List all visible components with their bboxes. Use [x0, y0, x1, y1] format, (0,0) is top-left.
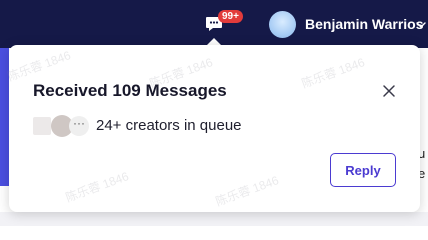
notification-badge: 99+: [218, 10, 243, 23]
creator-avatars: ···: [33, 115, 89, 137]
reply-button[interactable]: Reply: [330, 153, 396, 187]
creator-avatar: [33, 117, 51, 135]
more-creators-indicator: ···: [69, 116, 89, 136]
user-name[interactable]: Benjamin Warrios: [305, 16, 424, 32]
background-footer: [0, 212, 428, 226]
messages-popover: Received 109 Messages ··· 24+ creators i…: [9, 45, 420, 212]
popover-title: Received 109 Messages: [33, 81, 227, 100]
queue-status-text: 24+ creators in queue: [96, 117, 242, 134]
user-avatar[interactable]: [269, 11, 296, 38]
background-accent-block: [0, 48, 9, 186]
close-button[interactable]: [381, 83, 397, 99]
close-icon: [383, 85, 395, 97]
chevron-down-icon[interactable]: [416, 22, 426, 28]
